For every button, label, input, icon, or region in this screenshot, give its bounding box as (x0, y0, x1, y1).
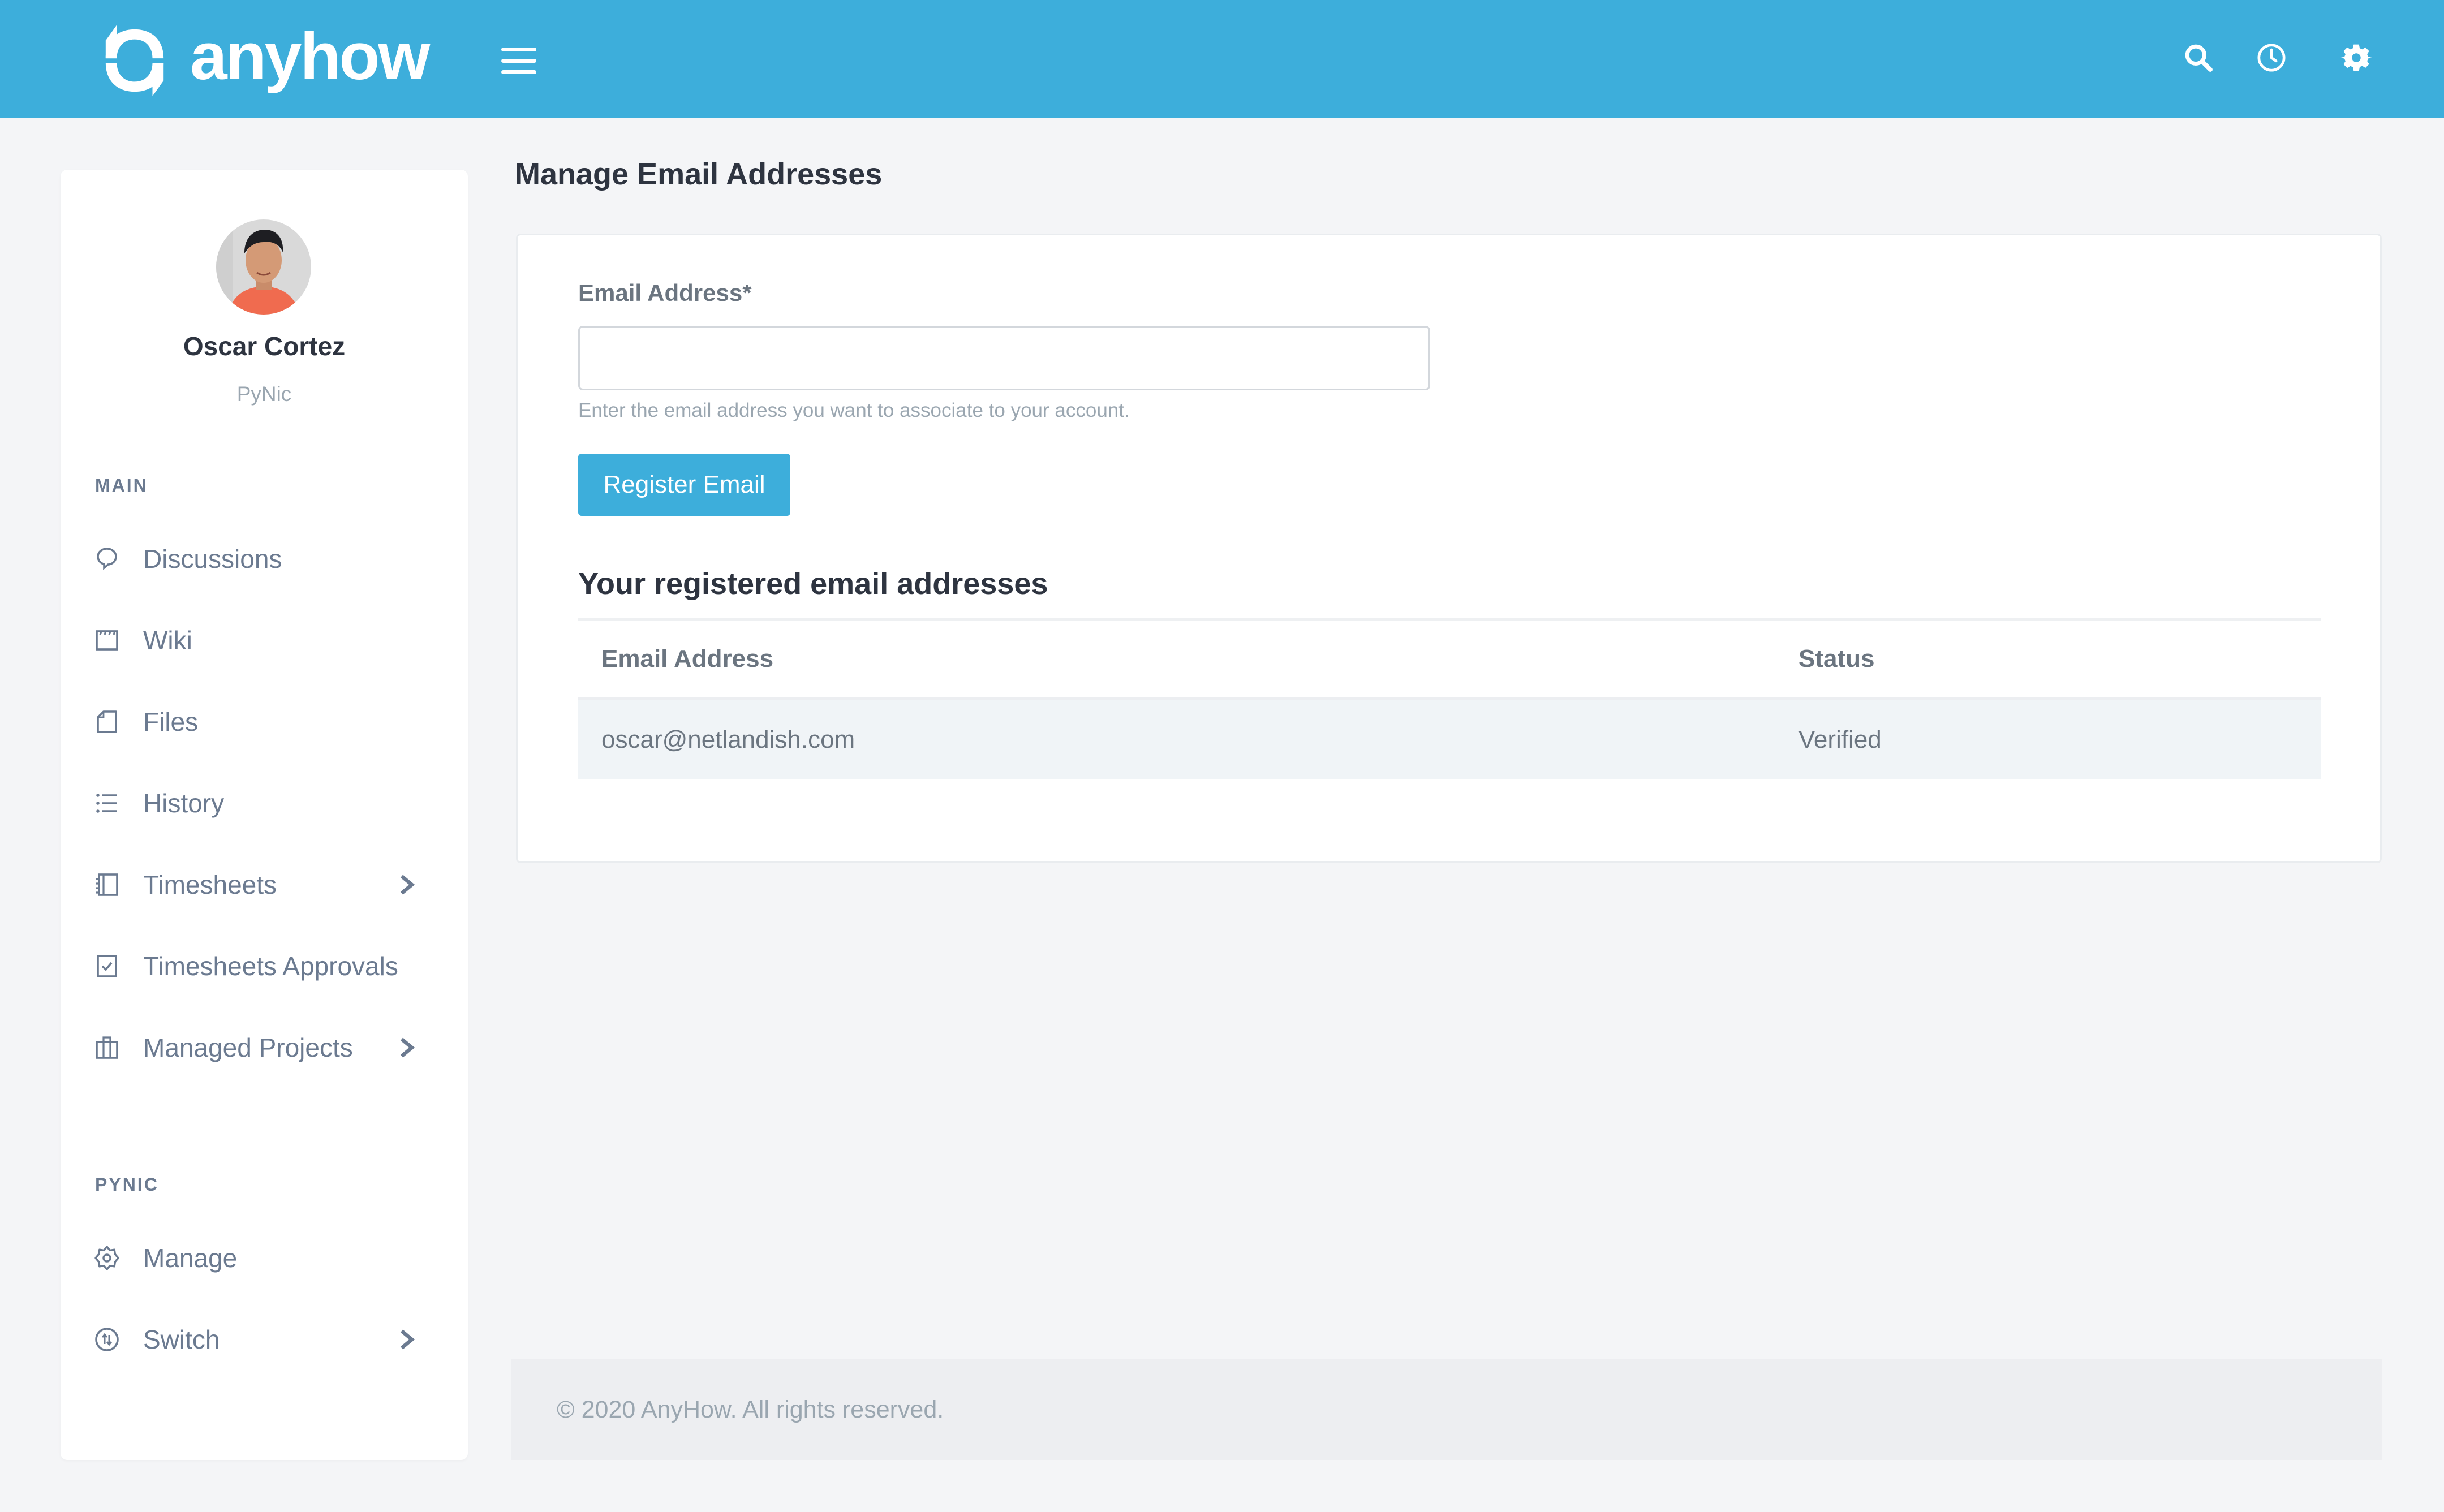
user-photo (216, 219, 311, 315)
register-email-button[interactable]: Register Email (578, 454, 790, 516)
sidebar-item-switch[interactable]: Switch (83, 1308, 445, 1371)
sidebar-item-files[interactable]: Files (83, 691, 445, 753)
table-row[interactable]: oscar@netlandish.com Verified (578, 700, 2321, 779)
hamburger-line (501, 48, 536, 51)
email-address-input[interactable] (578, 326, 1430, 390)
column-header-email: Email Address (601, 645, 774, 673)
search-icon[interactable] (2183, 42, 2214, 74)
email-help-text: Enter the email address you want to asso… (578, 399, 1130, 421)
hamburger-line (501, 59, 536, 63)
user-name: Oscar Cortez (183, 331, 346, 361)
sidebar: Oscar Cortez PyNic MAIN Discussions Wiki… (61, 170, 468, 1460)
switch-arrows-icon (95, 1328, 119, 1351)
nav-label: Timesheets (143, 870, 277, 899)
sidebar-item-managed-projects[interactable]: Managed Projects (83, 1016, 445, 1079)
nav-label: Managed Projects (143, 1033, 353, 1062)
section-label-pynic: PYNIC (95, 1174, 159, 1195)
menu-toggle-button[interactable] (501, 48, 536, 75)
footer: © 2020 AnyHow. All rights reserved. (511, 1359, 2382, 1460)
notebook-icon (96, 873, 118, 896)
email-address-label: Email Address* (578, 279, 752, 306)
chevron-right-icon (400, 1037, 415, 1058)
nav-label: Switch (143, 1325, 220, 1354)
sidebar-item-timesheets[interactable]: Timesheets (83, 854, 445, 916)
table-header-row: Email Address Status (578, 618, 2321, 700)
sidebar-item-timesheets-approvals[interactable]: Timesheets Approvals (83, 935, 445, 997)
brand-name: anyhow (190, 19, 430, 94)
chevron-right-icon (400, 1329, 415, 1350)
list-icon (96, 794, 117, 813)
sidebar-item-history[interactable]: History (83, 772, 445, 834)
status-cell: Verified (1798, 726, 1882, 753)
sidebar-item-wiki[interactable]: Wiki (83, 609, 445, 671)
chat-bubble-icon (97, 548, 117, 570)
email-management-card: Email Address* Enter the email address y… (516, 234, 2382, 863)
top-navbar: anyhow (0, 0, 2444, 118)
registered-emails-table: Email Address Status oscar@netlandish.co… (578, 618, 2321, 779)
chevron-right-icon (400, 875, 415, 895)
email-cell: oscar@netlandish.com (601, 726, 855, 753)
sidebar-item-manage[interactable]: Manage (83, 1227, 445, 1289)
section-label-main: MAIN (95, 475, 148, 496)
user-organization: PyNic (236, 382, 292, 406)
hamburger-line (501, 70, 536, 74)
nav-label: Files (143, 707, 199, 736)
copyright-text: © 2020 AnyHow. All rights reserved. (557, 1396, 944, 1423)
gear-icon[interactable] (2340, 42, 2372, 74)
avatar[interactable] (216, 219, 311, 315)
file-icon (97, 710, 117, 733)
nav-label: Wiki (143, 626, 192, 655)
cog-icon (94, 1246, 119, 1270)
clapperboard-icon (96, 630, 118, 651)
nav-label: Manage (143, 1243, 238, 1273)
nav-label: History (143, 789, 225, 818)
checkbox-icon (97, 955, 117, 977)
column-header-status: Status (1798, 645, 1875, 673)
sync-logo-icon (105, 25, 164, 96)
sidebar-item-discussions[interactable]: Discussions (83, 528, 445, 590)
clock-icon[interactable] (2256, 42, 2287, 74)
nav-label: Discussions (143, 544, 282, 574)
briefcase-icon (96, 1036, 118, 1059)
nav-label: Timesheets Approvals (143, 951, 398, 981)
brand-logo[interactable]: anyhow (101, 19, 430, 96)
registered-emails-title: Your registered email addresses (578, 567, 1048, 601)
page-title: Manage Email Addresses (515, 157, 883, 191)
